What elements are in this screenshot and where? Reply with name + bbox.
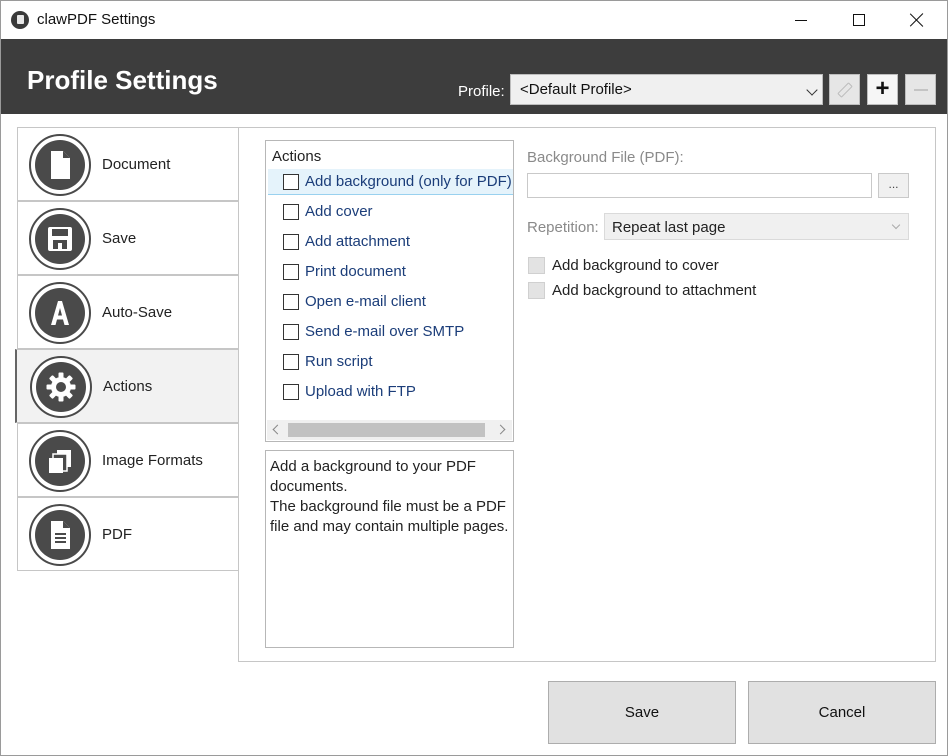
action-item-label: Run script (305, 353, 373, 370)
cancel-button[interactable]: Cancel (748, 681, 936, 744)
chevron-down-icon (806, 84, 818, 96)
action-checkbox[interactable] (283, 324, 299, 340)
repetition-dropdown[interactable]: Repeat last page (604, 213, 909, 240)
action-item-label: Send e-mail over SMTP (305, 323, 465, 340)
background-cover-label: Add background to cover (552, 257, 719, 274)
page-title: Profile Settings (27, 65, 218, 95)
action-item-label: Print document (305, 263, 406, 280)
pencil-icon (836, 81, 853, 98)
clawpdf-app-icon (11, 11, 29, 29)
nav-item-image-formats[interactable]: Image Formats (17, 423, 239, 497)
background-attachment-checkbox[interactable] (528, 282, 545, 299)
add-profile-button[interactable]: + (867, 74, 898, 105)
nav-item-label: Save (102, 230, 137, 247)
actions-list-header: Actions (272, 148, 322, 165)
nav-item-label: Auto-Save (102, 304, 173, 321)
action-item-print-document[interactable]: Print document (268, 259, 513, 285)
plus-icon: + (875, 74, 890, 102)
action-checkbox[interactable] (283, 294, 299, 310)
nav-item-label: Image Formats (102, 452, 203, 469)
action-item-label: Add background (only for PDF) (305, 173, 512, 190)
action-item-label: Add attachment (305, 233, 411, 250)
close-icon (910, 13, 924, 27)
action-item-run-script[interactable]: Run script (268, 349, 513, 375)
profile-dropdown[interactable]: <Default Profile> (510, 74, 823, 105)
document-icon (29, 134, 91, 196)
settings-nav: Document Save Auto-Save Actions Image Fo… (15, 127, 239, 571)
minimize-button[interactable] (772, 1, 830, 39)
nav-item-save[interactable]: Save (17, 201, 239, 275)
action-item-open-email-client[interactable]: Open e-mail client (268, 289, 513, 315)
action-item-label: Open e-mail client (305, 293, 426, 310)
action-item-label: Add cover (305, 203, 373, 220)
nav-item-label: Actions (103, 378, 153, 395)
background-file-label: Background File (PDF): (527, 149, 684, 166)
chevron-right-icon[interactable] (495, 424, 506, 435)
nav-item-auto-save[interactable]: Auto-Save (17, 275, 239, 349)
action-description: Add a background to your PDF documents. … (265, 450, 514, 648)
profile-header: Profile Settings Profile: <Default Profi… (1, 39, 947, 114)
action-checkbox[interactable] (283, 234, 299, 250)
image-formats-icon (29, 430, 91, 492)
maximize-icon (853, 14, 865, 26)
action-item-add-cover[interactable]: Add cover (268, 199, 513, 225)
auto-save-a-icon (29, 282, 91, 344)
action-item-label: Upload with FTP (305, 383, 416, 400)
nav-item-pdf[interactable]: PDF (17, 497, 239, 571)
repetition-label: Repetition: (527, 219, 599, 236)
actions-list: Actions Add background (only for PDF) Ad… (265, 140, 514, 442)
action-item-send-email-smtp[interactable]: Send e-mail over SMTP (268, 319, 513, 345)
action-item-add-background[interactable]: Add background (only for PDF) (268, 169, 513, 195)
profile-dropdown-value: <Default Profile> (520, 81, 632, 98)
background-attachment-label: Add background to attachment (552, 282, 757, 299)
action-checkbox[interactable] (283, 384, 299, 400)
nav-item-document[interactable]: Document (17, 127, 239, 201)
nav-item-label: PDF (102, 526, 132, 543)
title-bar: clawPDF Settings (1, 1, 947, 39)
remove-profile-button[interactable] (905, 74, 936, 105)
nav-item-label: Document (102, 156, 171, 173)
close-button[interactable] (888, 1, 946, 39)
minus-icon (913, 88, 928, 91)
gear-icon (30, 356, 92, 418)
minimize-icon (795, 19, 807, 21)
save-button[interactable]: Save (548, 681, 736, 744)
profile-label: Profile: (458, 83, 505, 100)
background-cover-checkbox[interactable] (528, 257, 545, 274)
action-checkbox[interactable] (283, 204, 299, 220)
action-item-add-attachment[interactable]: Add attachment (268, 229, 513, 255)
repetition-dropdown-value: Repeat last page (612, 219, 726, 236)
floppy-disk-icon (29, 208, 91, 270)
rename-profile-button[interactable] (829, 74, 860, 105)
horizontal-scrollbar[interactable] (267, 420, 512, 440)
background-file-input[interactable] (527, 173, 872, 198)
browse-button[interactable]: ... (878, 173, 909, 198)
maximize-button[interactable] (830, 1, 888, 39)
window-title: clawPDF Settings (37, 11, 156, 28)
action-checkbox[interactable] (283, 174, 299, 190)
action-item-upload-ftp[interactable]: Upload with FTP (268, 379, 513, 405)
action-checkbox[interactable] (283, 264, 299, 280)
nav-item-actions[interactable]: Actions (15, 349, 239, 423)
scrollbar-thumb[interactable] (288, 423, 485, 437)
chevron-left-icon[interactable] (272, 424, 283, 435)
pdf-document-icon (29, 504, 91, 566)
settings-window: clawPDF Settings Profile Settings Profil… (0, 0, 948, 756)
action-checkbox[interactable] (283, 354, 299, 370)
chevron-down-icon (891, 220, 901, 230)
